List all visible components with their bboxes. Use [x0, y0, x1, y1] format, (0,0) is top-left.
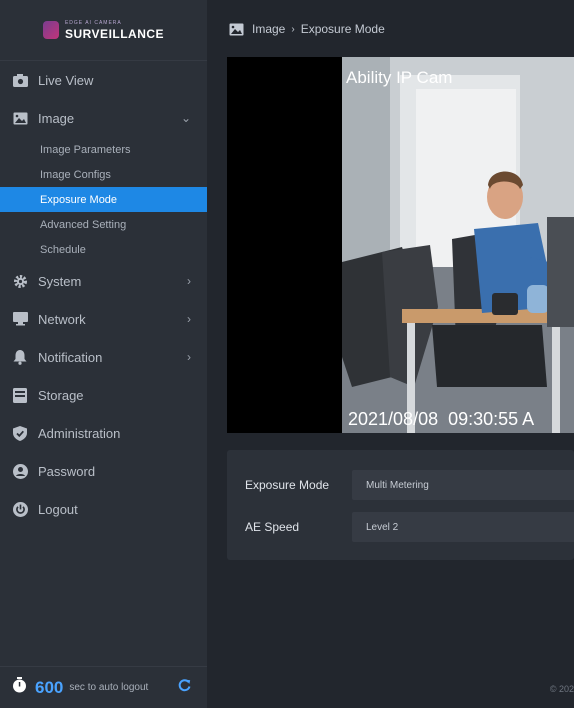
sidebar-item-logout[interactable]: Logout: [0, 490, 207, 528]
image-icon: [12, 110, 28, 126]
exposure-mode-label: Exposure Mode: [245, 478, 330, 492]
main-content: Image › Exposure Mode Ability IP Cam 202…: [207, 0, 574, 708]
breadcrumb-separator: ›: [291, 23, 295, 35]
camera-icon: [12, 72, 28, 88]
sidebar-item-label: Image: [38, 110, 75, 126]
sidebar: Edge AI Camera SURVEILLANCE Live View Im…: [0, 0, 207, 708]
ae-speed-select[interactable]: Level 2: [352, 512, 574, 542]
sidebar-item-live-view[interactable]: Live View: [0, 61, 207, 99]
power-icon: [12, 501, 28, 517]
sidebar-item-label: System: [38, 273, 82, 289]
refresh-icon[interactable]: [178, 678, 191, 697]
bell-icon: [12, 349, 28, 365]
camera-title-overlay: Ability IP Cam: [346, 68, 452, 87]
brand-logo: Edge AI Camera SURVEILLANCE: [0, 0, 207, 61]
sidebar-item-network[interactable]: Network ›: [0, 300, 207, 338]
sidebar-item-system[interactable]: System ›: [0, 262, 207, 300]
logout-countdown: 600: [35, 677, 64, 697]
submenu-item-image-parameters[interactable]: Image Parameters: [0, 137, 207, 162]
logout-countdown-label: sec to auto logout: [69, 682, 149, 693]
gear-icon: [12, 273, 28, 289]
sidebar-item-label: Password: [38, 463, 96, 479]
exposure-settings-panel: Exposure Mode Multi Metering AE Speed Le…: [227, 450, 574, 560]
submenu-item-image-configs[interactable]: Image Configs: [0, 162, 207, 187]
storage-icon: [12, 387, 28, 403]
sidebar-item-label: Logout: [38, 501, 78, 517]
chevron-right-icon: ›: [187, 350, 191, 364]
shield-icon: [12, 425, 28, 441]
breadcrumb-parent[interactable]: Image: [252, 22, 285, 36]
submenu-item-exposure-mode[interactable]: Exposure Mode: [0, 187, 207, 212]
sidebar-item-label: Notification: [38, 349, 103, 365]
image-icon: [229, 23, 244, 36]
sidebar-item-label: Network: [38, 311, 86, 327]
breadcrumb-current: Exposure Mode: [300, 22, 385, 36]
monitor-icon: [12, 311, 28, 327]
copyright-text: © 202: [549, 684, 574, 694]
sidebar-item-password[interactable]: Password: [0, 452, 207, 490]
breadcrumb: Image › Exposure Mode: [207, 0, 574, 58]
chevron-down-icon: ⌄: [180, 111, 191, 125]
camera-feed-image: Ability IP Cam 2021/08/08 09:30:55 A: [342, 57, 574, 433]
user-icon: [12, 463, 28, 479]
exposure-mode-select[interactable]: Multi Metering: [352, 470, 574, 500]
sidebar-item-administration[interactable]: Administration: [0, 414, 207, 452]
chevron-right-icon: ›: [187, 274, 191, 288]
chevron-right-icon: ›: [187, 312, 191, 326]
ae-speed-label: AE Speed: [245, 520, 300, 534]
auto-logout-timer: 600 sec to auto logout: [0, 666, 207, 708]
sidebar-item-image[interactable]: Image ⌄: [0, 99, 207, 137]
sidebar-item-label: Live View: [38, 72, 94, 88]
sidebar-item-notification[interactable]: Notification ›: [0, 338, 207, 376]
sidebar-item-label: Storage: [38, 387, 84, 403]
brand-tagline: Edge AI Camera: [64, 19, 122, 26]
image-submenu: Image Parameters Image Configs Exposure …: [0, 137, 207, 262]
logo-icon: [42, 21, 59, 39]
brand-name: SURVEILLANCE: [64, 26, 165, 41]
sidebar-nav: Live View Image ⌄ Image Parameters Image…: [0, 61, 207, 528]
sidebar-item-label: Administration: [38, 425, 121, 441]
submenu-item-advanced-setting[interactable]: Advanced Setting: [0, 212, 207, 237]
ae-speed-row: AE Speed Level 2: [245, 512, 574, 542]
camera-timestamp-overlay: 2021/08/08 09:30:55 A: [348, 409, 534, 429]
camera-preview: Ability IP Cam 2021/08/08 09:30:55 A: [227, 57, 574, 433]
sidebar-item-storage[interactable]: Storage: [0, 376, 207, 414]
exposure-mode-row: Exposure Mode Multi Metering: [245, 470, 574, 500]
stopwatch-icon: [12, 677, 27, 698]
submenu-item-schedule[interactable]: Schedule: [0, 237, 207, 262]
